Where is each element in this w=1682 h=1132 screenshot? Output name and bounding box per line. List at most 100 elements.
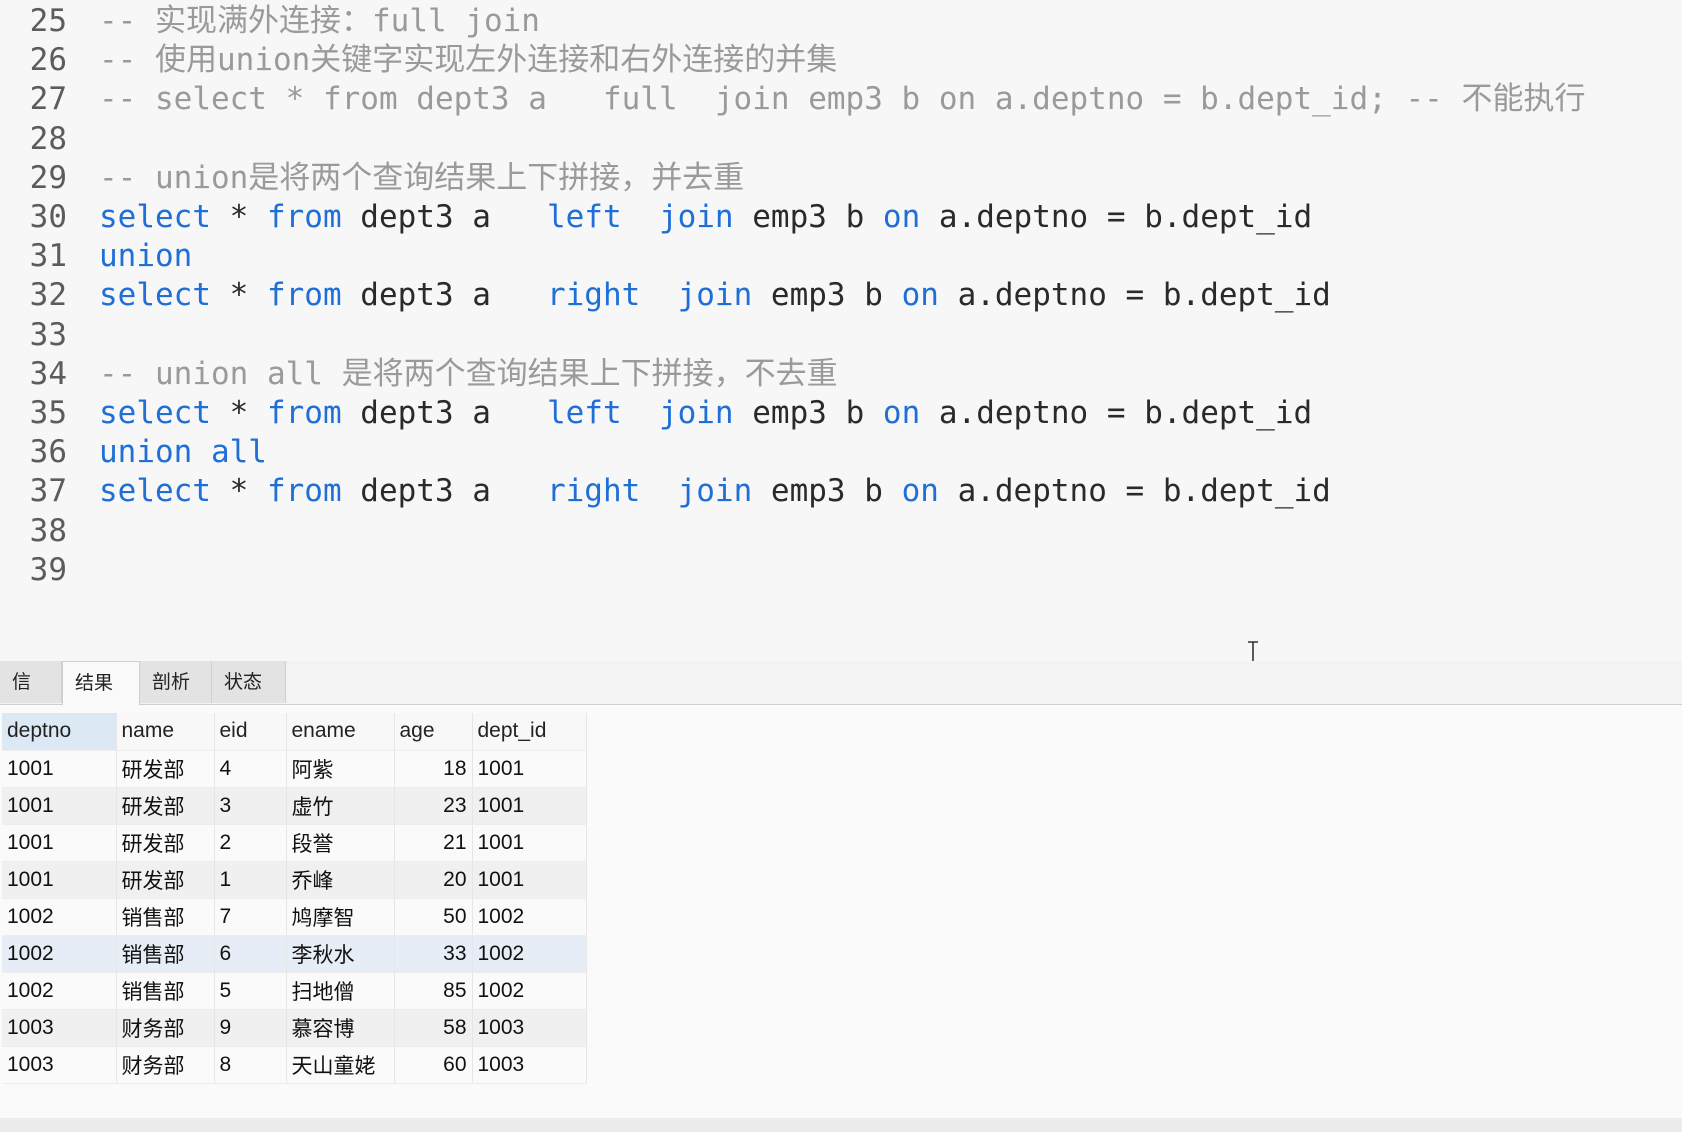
tab-profile[interactable]: 剖析 <box>140 661 212 703</box>
cell-ename[interactable]: 慕容博 <box>286 1009 395 1047</box>
cell-dept-id[interactable]: 1002 <box>472 972 587 1010</box>
cell-eid[interactable]: 9 <box>214 1009 287 1047</box>
code-line[interactable]: 31 union <box>0 235 1682 277</box>
cell-deptno[interactable]: 1001 <box>2 861 117 899</box>
cell-eid[interactable]: 3 <box>214 787 287 825</box>
sql-keyword: right <box>546 473 641 510</box>
code-line[interactable]: 29 -- union是将两个查询结果上下拼接，并去重 <box>0 157 1682 199</box>
cell-eid[interactable]: 7 <box>214 898 287 936</box>
cell-name[interactable]: 研发部 <box>116 787 215 825</box>
column-header-eid[interactable]: eid <box>214 713 287 751</box>
cell-dept-id[interactable]: 1003 <box>472 1046 587 1084</box>
cell-name[interactable]: 财务部 <box>116 1046 215 1084</box>
column-header-dept-id[interactable]: dept_id <box>472 713 587 751</box>
sql-comment: -- 实现满外连接：full join <box>99 3 540 39</box>
table-row[interactable]: 1002 销售部 5 扫地僧 85 1002 <box>2 972 587 1010</box>
cell-age[interactable]: 85 <box>394 972 473 1010</box>
table-row[interactable]: 1001 研发部 4 阿紫 18 1001 <box>2 750 587 788</box>
table-row[interactable]: 1002 销售部 6 李秋水 33 1002 <box>2 935 587 973</box>
cell-ename[interactable]: 鸠摩智 <box>286 898 395 936</box>
cell-dept-id[interactable]: 1003 <box>472 1009 587 1047</box>
code-line[interactable]: 37 select * from dept3 a right join emp3 … <box>0 470 1682 512</box>
table-row[interactable]: 1003 财务部 9 慕容博 58 1003 <box>2 1009 587 1047</box>
sql-text: emp3 b <box>752 277 902 314</box>
cell-dept-id[interactable]: 1002 <box>472 898 587 936</box>
cell-deptno[interactable]: 1002 <box>2 935 117 973</box>
cell-age[interactable]: 18 <box>394 750 473 788</box>
column-header-ename[interactable]: ename <box>286 713 395 751</box>
column-header-name[interactable]: name <box>116 713 215 751</box>
cell-eid[interactable]: 4 <box>214 750 287 788</box>
column-header-deptno[interactable]: deptno <box>2 713 117 751</box>
table-row[interactable]: 1001 研发部 2 段誉 21 1001 <box>2 824 587 862</box>
cell-dept-id[interactable]: 1001 <box>472 824 587 862</box>
sql-text: emp3 b <box>733 199 883 235</box>
cell-name[interactable]: 销售部 <box>116 935 215 973</box>
cell-age[interactable]: 50 <box>394 898 473 936</box>
cell-age[interactable]: 20 <box>394 861 473 899</box>
cell-name[interactable]: 研发部 <box>116 824 215 862</box>
code-line[interactable]: 38 <box>0 510 1682 552</box>
cell-dept-id[interactable]: 1001 <box>472 750 587 788</box>
sql-keyword: on <box>901 473 939 510</box>
cell-eid[interactable]: 2 <box>214 824 287 862</box>
code-line[interactable]: 32 select * from dept3 a right join emp3 … <box>0 274 1682 316</box>
cell-age[interactable]: 60 <box>394 1046 473 1084</box>
cell-ename[interactable]: 天山童姥 <box>286 1046 395 1084</box>
code-line[interactable]: 34 -- union all 是将两个查询结果上下拼接，不去重 <box>0 353 1682 395</box>
code-line[interactable]: 26 -- 使用union关键字实现左外连接和右外连接的并集 <box>0 39 1682 81</box>
cell-deptno[interactable]: 1002 <box>2 972 117 1010</box>
cell-eid[interactable]: 1 <box>214 861 287 899</box>
sql-keyword: select <box>99 199 211 235</box>
cell-dept-id[interactable]: 1002 <box>472 935 587 973</box>
cell-ename[interactable]: 扫地僧 <box>286 972 395 1010</box>
sql-keyword: join <box>658 199 734 235</box>
cell-name[interactable]: 财务部 <box>116 1009 215 1047</box>
tab-info[interactable]: 信息 <box>0 661 62 735</box>
code-line[interactable]: 25 -- 实现满外连接：full join <box>0 0 1682 42</box>
tab-result-1[interactable]: 结果 1 <box>62 661 140 736</box>
cell-name[interactable]: 销售部 <box>116 898 215 936</box>
code-line[interactable]: 28 <box>0 118 1682 160</box>
cell-age[interactable]: 23 <box>394 787 473 825</box>
table-row[interactable]: 1001 研发部 3 虚竹 23 1001 <box>2 787 587 825</box>
cell-age[interactable]: 33 <box>394 935 473 973</box>
cell-deptno[interactable]: 1001 <box>2 824 117 862</box>
cell-name[interactable]: 销售部 <box>116 972 215 1010</box>
tab-status[interactable]: 状态 <box>212 661 286 703</box>
code-line[interactable]: 35 select * from dept3 a left join emp3 b… <box>0 392 1682 434</box>
sql-text: * <box>210 199 267 235</box>
cell-name[interactable]: 研发部 <box>116 750 215 788</box>
table-row[interactable]: 1002 销售部 7 鸠摩智 50 1002 <box>2 898 587 936</box>
cell-ename[interactable]: 虚竹 <box>286 787 395 825</box>
cell-name[interactable]: 研发部 <box>116 861 215 899</box>
cell-deptno[interactable]: 1001 <box>2 750 117 788</box>
cell-deptno[interactable]: 1002 <box>2 898 117 936</box>
cell-eid[interactable]: 6 <box>214 935 287 973</box>
cell-ename[interactable]: 段誉 <box>286 824 395 862</box>
column-header-age[interactable]: age <box>394 713 473 751</box>
cell-age[interactable]: 58 <box>394 1009 473 1047</box>
sql-text: a.deptno = b.dept_id <box>920 395 1313 431</box>
cell-dept-id[interactable]: 1001 <box>472 787 587 825</box>
code-line[interactable]: 36 union all <box>0 431 1682 473</box>
cell-eid[interactable]: 8 <box>214 1046 287 1084</box>
sql-keyword: join <box>677 473 753 510</box>
cell-eid[interactable]: 5 <box>214 972 287 1010</box>
cell-deptno[interactable]: 1003 <box>2 1009 117 1047</box>
code-line[interactable]: 39 <box>0 549 1682 591</box>
cell-deptno[interactable]: 1003 <box>2 1046 117 1084</box>
cell-ename[interactable]: 阿紫 <box>286 750 395 788</box>
table-row[interactable]: 1001 研发部 1 乔峰 20 1001 <box>2 861 587 899</box>
cell-ename[interactable]: 乔峰 <box>286 861 395 899</box>
cell-dept-id[interactable]: 1001 <box>472 861 587 899</box>
code-line[interactable]: 33 <box>0 314 1682 356</box>
code-line[interactable]: 30 select * from dept3 a left join emp3 b… <box>0 196 1682 238</box>
cell-age[interactable]: 21 <box>394 824 473 862</box>
code-line[interactable]: 27 -- select * from dept3 a full join emp… <box>0 78 1682 120</box>
sql-editor[interactable]: 25 -- 实现满外连接：full join 26 -- 使用union关键字实现左外… <box>0 0 1682 652</box>
cell-deptno[interactable]: 1001 <box>2 787 117 825</box>
table-row[interactable]: 1003 财务部 8 天山童姥 60 1003 <box>2 1046 587 1084</box>
cell-ename[interactable]: 李秋水 <box>286 935 395 973</box>
